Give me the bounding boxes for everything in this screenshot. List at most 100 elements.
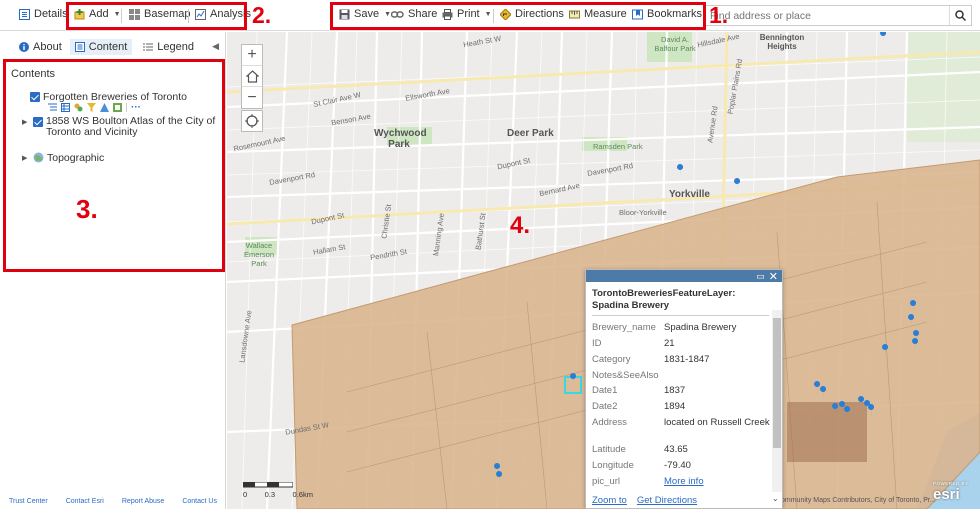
search-icon [955, 10, 966, 21]
details-button[interactable]: Details [19, 8, 68, 20]
attribute-value: -79.40 [664, 460, 691, 471]
attribute-name: Date1 [592, 385, 618, 396]
attribute-value: located on Russell Creek [664, 417, 770, 428]
locate-icon [245, 114, 259, 128]
esri-logo: POWERED BY esri [933, 481, 969, 503]
zoom-controls: + − [241, 44, 263, 109]
attribute-row: Date2 1894 [592, 401, 770, 412]
attribute-row: ID 21 [592, 338, 770, 349]
popup-header: ▭ ✕ [586, 270, 782, 283]
scale-label: 0.6km [292, 490, 313, 499]
attribute-value: 21 [664, 338, 675, 349]
report-abuse-link[interactable]: Report Abuse [122, 498, 164, 505]
scale-label: 0 [243, 490, 248, 499]
attribute-value: 1831-1847 [664, 354, 710, 365]
popup-scrollbar[interactable] [772, 310, 782, 492]
annotation-box [330, 2, 706, 30]
tab-about[interactable]: About [14, 39, 67, 55]
scale-bar: 0 0.3 0.6km [242, 481, 313, 499]
scale-bar-labels: 0 0.3 0.6km [243, 490, 313, 499]
attribute-value: 1894 [664, 401, 686, 412]
attribute-name: Address [592, 417, 627, 428]
map-label: Bennington Heights [759, 33, 805, 51]
attribute-name: Longitude [592, 460, 634, 471]
popup-title: TorontoBreweriesFeatureLayer: Spadina Br… [592, 288, 736, 311]
details-label: Details [34, 8, 68, 20]
search-button[interactable] [949, 6, 971, 25]
attribute-name: Category [592, 354, 631, 365]
attribute-row: Date1 1837 [592, 385, 770, 396]
chevron-down-icon[interactable]: ⌄ [772, 494, 779, 503]
atlas-dense-area [787, 402, 867, 462]
details-icon [19, 8, 30, 20]
annotation-box [66, 2, 247, 30]
more-info-link[interactable]: More info [664, 476, 770, 487]
map-label: Ramsden Park [593, 142, 643, 151]
tab-legend[interactable]: Legend [138, 39, 199, 55]
info-icon [19, 42, 29, 52]
attribute-row: Category 1831-1847 [592, 354, 770, 365]
popup-divider [592, 315, 769, 316]
annotation-number: 4. [510, 212, 531, 239]
footer-links: Trust Center Contact Esri Report Abuse C… [0, 498, 226, 505]
home-button[interactable] [242, 66, 262, 87]
attribute-value: Spadina Brewery [664, 322, 737, 333]
attribute-row: Latitude 43.65 [592, 444, 770, 455]
content-icon [74, 42, 85, 52]
attribute-name: Brewery_name [592, 322, 656, 333]
feature-popup: ▭ ✕ TorontoBreweriesFeatureLayer: Spadin… [585, 269, 783, 509]
attribute-value: 43.65 [664, 444, 688, 455]
trust-center-link[interactable]: Trust Center [9, 498, 48, 505]
attribute-row: Longitude -79.40 [592, 460, 770, 471]
contact-esri-link[interactable]: Contact Esri [66, 498, 104, 505]
tab-content[interactable]: Content [69, 39, 133, 55]
scale-label: 0.3 [264, 490, 276, 499]
annotation-number: 1. [709, 2, 729, 28]
attribute-name: Date2 [592, 401, 618, 412]
attribute-row: Brewery_name Spadina Brewery [592, 322, 770, 333]
map-viewer-app: Details Add ▼ Basemap Analysis Save ▼ Sh… [0, 0, 980, 509]
attribute-row: Address located on Russell Creek [592, 417, 770, 428]
attribute-value [664, 370, 770, 381]
map-label: Wychwood Park [374, 128, 427, 150]
attribute-row: pic_url More info [592, 476, 770, 487]
popup-actions: Zoom to Get Directions [592, 495, 697, 506]
contact-us-link[interactable]: Contact Us [182, 498, 217, 505]
locate-button[interactable] [241, 110, 263, 132]
search-box [704, 5, 972, 26]
map-label: Wallace Emerson Park [243, 241, 274, 268]
maximize-icon[interactable]: ▭ [756, 271, 765, 282]
search-input[interactable] [705, 6, 949, 25]
collapse-panel-icon[interactable]: ◀ [212, 41, 219, 52]
map-label: Deer Park [507, 128, 554, 139]
zoom-out-button[interactable]: − [242, 87, 262, 108]
map-attribution: ommunity Maps Contributors, City of Toro… [781, 497, 936, 504]
map-label: David A. Balfour Park [654, 35, 696, 53]
get-directions-link[interactable]: Get Directions [637, 495, 697, 506]
panel-tabs: About Content Legend ◀ [0, 38, 226, 56]
attribute-name: ID [592, 338, 602, 349]
scrollbar-thumb[interactable] [773, 318, 781, 448]
map-label: Yorkville [669, 189, 710, 200]
close-icon[interactable]: ✕ [769, 270, 778, 283]
annotation-box [3, 59, 225, 272]
tab-legend-label: Legend [157, 41, 194, 53]
tab-content-label: Content [88, 41, 128, 53]
scale-bar-graphic [242, 481, 294, 488]
attribute-name: Notes&SeeAlso [592, 370, 659, 381]
home-icon [245, 69, 259, 83]
zoom-to-link[interactable]: Zoom to [592, 495, 627, 506]
annotation-number: 3. [76, 194, 98, 224]
attribute-name: Latitude [592, 444, 626, 455]
attribute-row: Notes&SeeAlso [592, 370, 770, 381]
map-view[interactable]: Wychwood Park Deer Park Yorkville Bennin… [227, 32, 980, 509]
annotation-number: 2. [252, 2, 272, 28]
park-area [907, 32, 980, 142]
map-label: Bloor-Yorkville [619, 208, 667, 217]
legend-icon [143, 43, 154, 51]
esri-logo-text: esri [933, 486, 960, 503]
attribute-value: 1837 [664, 385, 686, 396]
tab-about-label: About [33, 41, 62, 53]
attribute-name: pic_url [592, 476, 620, 487]
zoom-in-button[interactable]: + [242, 45, 262, 66]
